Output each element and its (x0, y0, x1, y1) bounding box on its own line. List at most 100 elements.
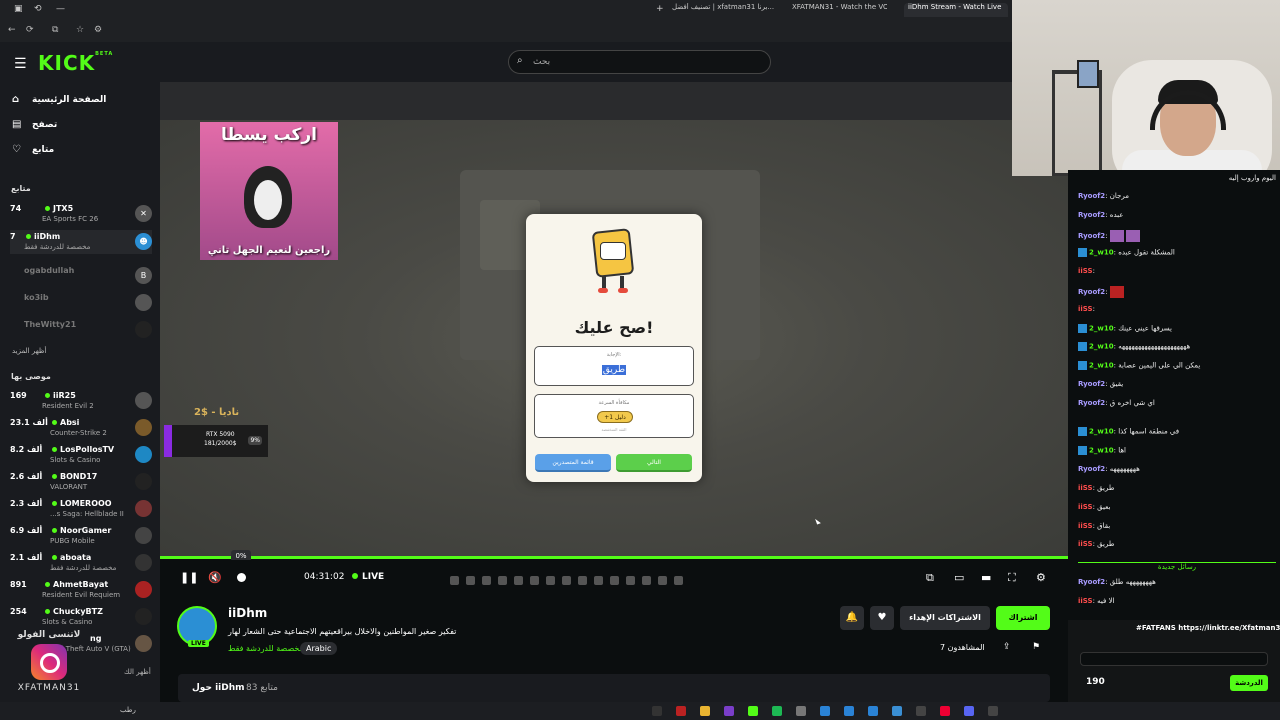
edge-icon[interactable] (844, 706, 854, 716)
following-channel[interactable]: ogabdullah B (10, 264, 152, 288)
show-more-link[interactable]: أظهر المزيد (12, 347, 46, 355)
nav-home[interactable]: ⌂ الصفحة الرئيسية (12, 94, 106, 105)
pip-icon[interactable]: ⧉ (926, 571, 934, 585)
clip-icon[interactable]: ▭ (954, 571, 964, 584)
live-progress-bar[interactable] (160, 556, 1068, 559)
search-input[interactable]: ⌕ بحث (508, 50, 771, 74)
stream-captured-browser (160, 82, 1068, 120)
pause-icon[interactable]: ❚❚ (180, 571, 198, 584)
star-icon[interactable]: ☆ (76, 25, 84, 35)
recommended-channel[interactable]: 169 iiR25 Resident Evil 2 (10, 389, 152, 413)
about-panel: حول iiDhm 83 متابع (178, 674, 1050, 702)
report-icon[interactable]: ⚑ (1032, 642, 1040, 652)
sidebar-toggle-icon[interactable]: ▣ (14, 4, 23, 14)
gift-subs-button[interactable]: الاشتراكات الإهداء (900, 606, 990, 630)
app-icon[interactable] (676, 706, 686, 716)
chat-message: iiSS: طريق (1078, 540, 1115, 548)
instagram-overlay: لاتنسى الفولو XFATMAN31 (14, 630, 84, 702)
recommended-channel[interactable]: 8.2 ألف LosPollosTV Slots & Casino (10, 443, 152, 467)
recommended-channel[interactable]: 23.1 ألف Absi Counter-Strike 2 (10, 416, 152, 440)
reload-icon[interactable]: ⟳ (26, 25, 34, 35)
following-channel[interactable]: TheWitty21 (10, 318, 152, 342)
following-channel[interactable]: 7 iiDhm مخصصة للدردشة فقط ☻ (10, 230, 152, 254)
answer-label: الإجابة: (606, 352, 622, 358)
following-channel[interactable]: ko3ib (10, 291, 152, 315)
overlay-handle: XFATMAN31 (17, 683, 81, 693)
follow-heart-button[interactable]: ♥ (870, 606, 894, 630)
avatar (135, 392, 152, 409)
avatar (135, 294, 152, 311)
chat-input[interactable] (1080, 652, 1268, 666)
chat-message: Ryoof2: مرجان (1078, 192, 1129, 200)
viewer-count: المشاهدون 7 (940, 643, 985, 652)
extension-icon[interactable]: ⧉ (52, 25, 58, 35)
next-button[interactable]: التالي (616, 454, 692, 472)
settings-icon[interactable]: ⚙ (1036, 571, 1046, 584)
app-icon[interactable] (892, 706, 902, 716)
recommended-channel[interactable]: 254 ChuckyBTZ Slots & Casino (10, 605, 152, 629)
app-icon[interactable] (652, 706, 662, 716)
app-icon[interactable] (916, 706, 926, 716)
address-row: ← ⟳ ⧉ ☆ ⚙ (0, 22, 1012, 40)
stream-time: 04:31:02 (304, 572, 345, 582)
back-icon[interactable]: ← (8, 25, 16, 35)
instagram-icon (31, 644, 67, 680)
chat-message: Ryoof2: (1078, 230, 1276, 246)
recommended-channel[interactable]: 2.6 ألف BOND17 VALORANT (10, 470, 152, 494)
app-icon[interactable] (988, 706, 998, 716)
minimize-icon[interactable]: — (56, 4, 65, 14)
app-icon[interactable] (724, 706, 734, 716)
video-player[interactable]: اركب يسطا راجعين لنعيم الجهل تاني 2$ - ن… (160, 82, 1068, 557)
search-icon: ⌕ (517, 55, 523, 66)
leaderboard-button[interactable]: قائمة المتصدرين (535, 454, 611, 472)
mute-icon[interactable]: 🔇 (208, 571, 222, 584)
share-icon[interactable]: ⇪ (1003, 642, 1011, 652)
chat-message: iiSS: بقاق (1078, 522, 1111, 530)
chat-send-button[interactable]: الدردشة (1230, 675, 1268, 691)
recommended-channel[interactable]: 2.1 ألف aboata مخصصة للدردشة فقط (10, 551, 152, 575)
channel-points[interactable]: 190 (1086, 677, 1105, 687)
kick-icon[interactable] (748, 706, 758, 716)
following-channel[interactable]: 74 JTX5 EA Sports FC 26 ✕ (10, 202, 152, 226)
chrome-icon[interactable] (700, 706, 710, 716)
subscribe-button[interactable]: اشتراك (996, 606, 1050, 630)
discord-icon[interactable] (964, 706, 974, 716)
app-icon[interactable] (796, 706, 806, 716)
stream-category[interactable]: مخصصة للدردشة فقط (228, 644, 304, 653)
theater-icon[interactable]: ▬ (981, 571, 991, 584)
avatar: ☻ (135, 233, 152, 250)
nav-browse[interactable]: ▤ تصفح (12, 119, 57, 130)
chat-message: iiSS: (1078, 305, 1095, 313)
tab-1[interactable]: تصنيف أفضل | xfatman31 برنا... (672, 3, 782, 17)
restore-icon[interactable]: ⟲ (34, 4, 42, 14)
recommended-channel[interactable]: 6.9 ألف NoorGamer PUBG Mobile (10, 524, 152, 548)
nav-following[interactable]: ♡ متابع (12, 144, 54, 155)
recommended-channel[interactable]: 891 AhmetBayat Resident Evil Requiem (10, 578, 152, 602)
app-icon[interactable] (820, 706, 830, 716)
app-icon[interactable] (868, 706, 878, 716)
spotify-icon[interactable] (772, 706, 782, 716)
recommended-heading: موصى بها (11, 372, 51, 381)
kick-logo[interactable]: KICKBETA (38, 51, 113, 75)
recommended-channel[interactable]: 2.3 ألف LOMEROOO ...s Saga: Hellblade II (10, 497, 152, 521)
streamer-name[interactable]: iiDhm (228, 606, 267, 620)
avatar (135, 473, 152, 490)
show-more-link[interactable]: أظهر الك (124, 668, 151, 676)
bonus-box: مكافأة السرعة +1 دليل الثقة المنخفضة (534, 394, 694, 438)
tab-row: ▣ ⟲ — + تصنيف أفضل | xfatman31 برنا... X… (0, 0, 1012, 20)
home-icon: ⌂ (12, 94, 20, 105)
language-tag[interactable]: Arabic (300, 642, 338, 655)
goal-text: RTX 5090 181/2000$ (204, 431, 237, 447)
tab-2[interactable]: XFATMAN31 - Watch the VOD (792, 3, 887, 17)
settings-icon[interactable]: ⚙ (94, 25, 102, 35)
fullscreen-icon[interactable]: ⛶ (1008, 571, 1016, 585)
menu-icon[interactable]: ☰ (14, 56, 27, 72)
live-badge: LIVE (188, 640, 209, 647)
followers-count: 83 متابع (246, 683, 278, 693)
bell-icon[interactable]: 🔔 (840, 606, 864, 630)
new-tab-icon[interactable]: + (656, 4, 664, 14)
app-icon[interactable] (940, 706, 950, 716)
tab-3[interactable]: iiDhm Stream - Watch Live (904, 3, 1008, 17)
os-taskbar: رطب (0, 702, 1280, 720)
volume-slider[interactable] (237, 573, 246, 582)
